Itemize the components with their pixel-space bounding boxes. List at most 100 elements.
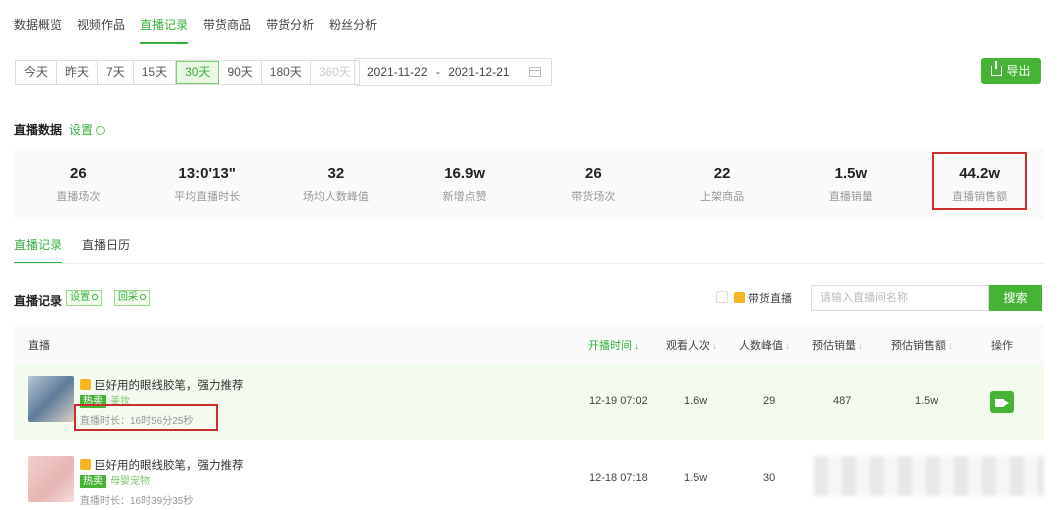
video-icon[interactable] bbox=[990, 391, 1014, 413]
col-viewers[interactable]: 观看人次 ↓ bbox=[666, 337, 717, 353]
date-end: 2021-12-21 bbox=[448, 65, 510, 79]
gear-icon bbox=[92, 294, 98, 300]
tab-data-overview[interactable]: 数据概览 bbox=[14, 14, 69, 44]
stat-label: 场均人数峰值 bbox=[302, 191, 369, 203]
tab-video-works[interactable]: 视频作品 bbox=[77, 14, 132, 44]
sort-down-icon: ↓ bbox=[634, 341, 639, 352]
start-time-cell: 12-19 07:02 bbox=[589, 395, 648, 407]
stat-live-revenue: 44.2w 直播销售额 bbox=[915, 148, 1044, 220]
stat-live-sales: 1.5w 直播销量 bbox=[787, 148, 916, 220]
shopping-bag-icon bbox=[734, 292, 745, 303]
stat-avg-duration: 13:0'13" 平均直播时长 bbox=[143, 148, 272, 220]
col-revenue-label: 预估销售额 bbox=[891, 340, 946, 352]
stat-label: 平均直播时长 bbox=[174, 191, 241, 203]
range-30d-button[interactable]: 30天 bbox=[176, 61, 220, 84]
date-separator: - bbox=[435, 65, 440, 79]
sub-tabs: 直播记录 直播日历 bbox=[14, 237, 150, 264]
live-title[interactable]: 巨好用的眼线胶笔，强力推荐 bbox=[80, 457, 244, 473]
stat-avg-peak: 32 场均人数峰值 bbox=[272, 148, 401, 220]
range-180d-button[interactable]: 180天 bbox=[261, 61, 311, 84]
live-thumbnail[interactable] bbox=[28, 376, 74, 422]
records-title: 直播记录 bbox=[14, 294, 63, 308]
gear-icon bbox=[96, 126, 106, 135]
tab-fan-analysis[interactable]: 粉丝分析 bbox=[329, 14, 384, 44]
stat-value: 16.9w bbox=[444, 165, 486, 182]
col-sales[interactable]: 预估销量 ↓ bbox=[812, 337, 863, 353]
live-badges: 热卖 母婴宠物 bbox=[80, 475, 150, 488]
shopping-bag-icon bbox=[80, 459, 91, 470]
stats-panel: 26 直播场次 13:0'13" 平均直播时长 32 场均人数峰值 16.9w … bbox=[14, 148, 1044, 220]
divider bbox=[14, 263, 1044, 264]
stat-sales-live-count: 26 带货场次 bbox=[529, 148, 658, 220]
peak-cell: 30 bbox=[763, 472, 776, 484]
stat-new-likes: 16.9w 新增点赞 bbox=[400, 148, 529, 220]
stat-value: 26 bbox=[70, 165, 87, 182]
stat-value: 32 bbox=[327, 165, 345, 182]
tab-products[interactable]: 带货商品 bbox=[203, 14, 258, 44]
stat-label: 直播销售额 bbox=[952, 191, 1008, 203]
records-reset-button[interactable]: 回采 bbox=[114, 290, 150, 306]
tab-sales-analysis[interactable]: 带货分析 bbox=[266, 14, 321, 44]
col-start-time-label: 开播时间 bbox=[588, 340, 632, 352]
stat-label: 新增点赞 bbox=[442, 191, 487, 203]
stat-label: 带货场次 bbox=[571, 191, 616, 203]
highlight-box bbox=[74, 404, 218, 431]
range-yesterday-button[interactable]: 昨天 bbox=[57, 61, 99, 84]
live-duration: 直播时长：16时39分35秒 bbox=[80, 496, 194, 507]
date-range-buttons: 今天 昨天 7天 15天 30天 90天 180天 360天 bbox=[15, 60, 360, 85]
category-tag: 母婴宠物 bbox=[110, 476, 150, 487]
col-viewers-label: 观看人次 bbox=[666, 340, 710, 352]
live-data-settings[interactable]: 设置 bbox=[69, 121, 106, 138]
live-title[interactable]: 巨好用的眼线胶笔，强力推荐 bbox=[80, 377, 244, 393]
sort-icon: ↓ bbox=[858, 341, 863, 352]
stat-value: 22 bbox=[713, 165, 731, 182]
table-row[interactable]: 巨好用的眼线胶笔，强力推荐 热卖 母婴宠物 直播时长：16时39分35秒 12-… bbox=[14, 444, 1044, 510]
viewers-cell: 1.5w bbox=[684, 472, 708, 484]
range-15d-button[interactable]: 15天 bbox=[133, 61, 177, 84]
date-start: 2021-11-22 bbox=[367, 65, 428, 79]
export-button[interactable]: 导出 bbox=[981, 58, 1041, 84]
range-360d-button[interactable]: 360天 bbox=[310, 61, 359, 84]
stat-value: 1.5w bbox=[834, 165, 868, 182]
tab-live-records-list[interactable]: 直播记录 bbox=[14, 237, 63, 264]
table-row[interactable]: 巨好用的眼线胶笔，强力推荐 热卖 美妆 直播时长：16时56分25秒 12-19… bbox=[14, 364, 1044, 440]
date-range-picker[interactable]: 2021-11-22 - 2021-12-21 bbox=[354, 58, 552, 86]
shopping-bag-icon bbox=[80, 379, 91, 390]
stat-value: 13:0'13" bbox=[178, 165, 236, 182]
calendar-icon bbox=[529, 67, 541, 77]
start-time-cell: 12-18 07:18 bbox=[589, 472, 648, 484]
search-button[interactable]: 搜索 bbox=[989, 285, 1042, 311]
sales-live-checkbox[interactable] bbox=[716, 291, 728, 303]
live-title-text: 巨好用的眼线胶笔，强力推荐 bbox=[94, 380, 244, 392]
col-action: 操作 bbox=[991, 340, 1013, 352]
sales-live-checkbox-label: 带货直播 bbox=[734, 290, 792, 306]
peak-cell: 29 bbox=[763, 395, 776, 407]
live-title-text: 巨好用的眼线胶笔，强力推荐 bbox=[94, 460, 244, 472]
blurred-area bbox=[814, 456, 1044, 496]
sort-icon: ↓ bbox=[948, 341, 953, 352]
col-start-time[interactable]: 开播时间 ↓ bbox=[588, 337, 639, 353]
search-input[interactable]: 请输入直播间名称 bbox=[811, 285, 989, 311]
live-thumbnail[interactable] bbox=[28, 456, 74, 502]
range-7d-button[interactable]: 7天 bbox=[98, 61, 134, 84]
records-settings-button[interactable]: 设置 bbox=[66, 290, 102, 306]
range-today-button[interactable]: 今天 bbox=[16, 61, 58, 84]
stat-label: 上架商品 bbox=[700, 191, 745, 203]
checkbox-label-text: 带货直播 bbox=[748, 293, 792, 305]
col-peak-label: 人数峰值 bbox=[739, 340, 783, 352]
col-peak[interactable]: 人数峰值 ↓ bbox=[739, 337, 790, 353]
stat-label: 直播场次 bbox=[56, 191, 101, 203]
top-tabs: 数据概览 视频作品 直播记录 带货商品 带货分析 粉丝分析 bbox=[14, 14, 392, 44]
range-90d-button[interactable]: 90天 bbox=[219, 61, 262, 84]
tab-live-calendar[interactable]: 直播日历 bbox=[82, 237, 130, 264]
col-sales-label: 预估销量 bbox=[812, 340, 856, 352]
col-live: 直播 bbox=[28, 340, 50, 352]
stat-listed-products: 22 上架商品 bbox=[658, 148, 787, 220]
stat-label: 直播销量 bbox=[828, 191, 873, 203]
live-data-settings-label: 设置 bbox=[69, 123, 94, 137]
revenue-cell: 1.5w bbox=[915, 395, 939, 407]
records-reset-label: 回采 bbox=[118, 292, 138, 303]
col-revenue[interactable]: 预估销售额 ↓ bbox=[891, 337, 953, 353]
tab-live-records[interactable]: 直播记录 bbox=[140, 14, 195, 44]
refresh-icon bbox=[140, 294, 146, 300]
